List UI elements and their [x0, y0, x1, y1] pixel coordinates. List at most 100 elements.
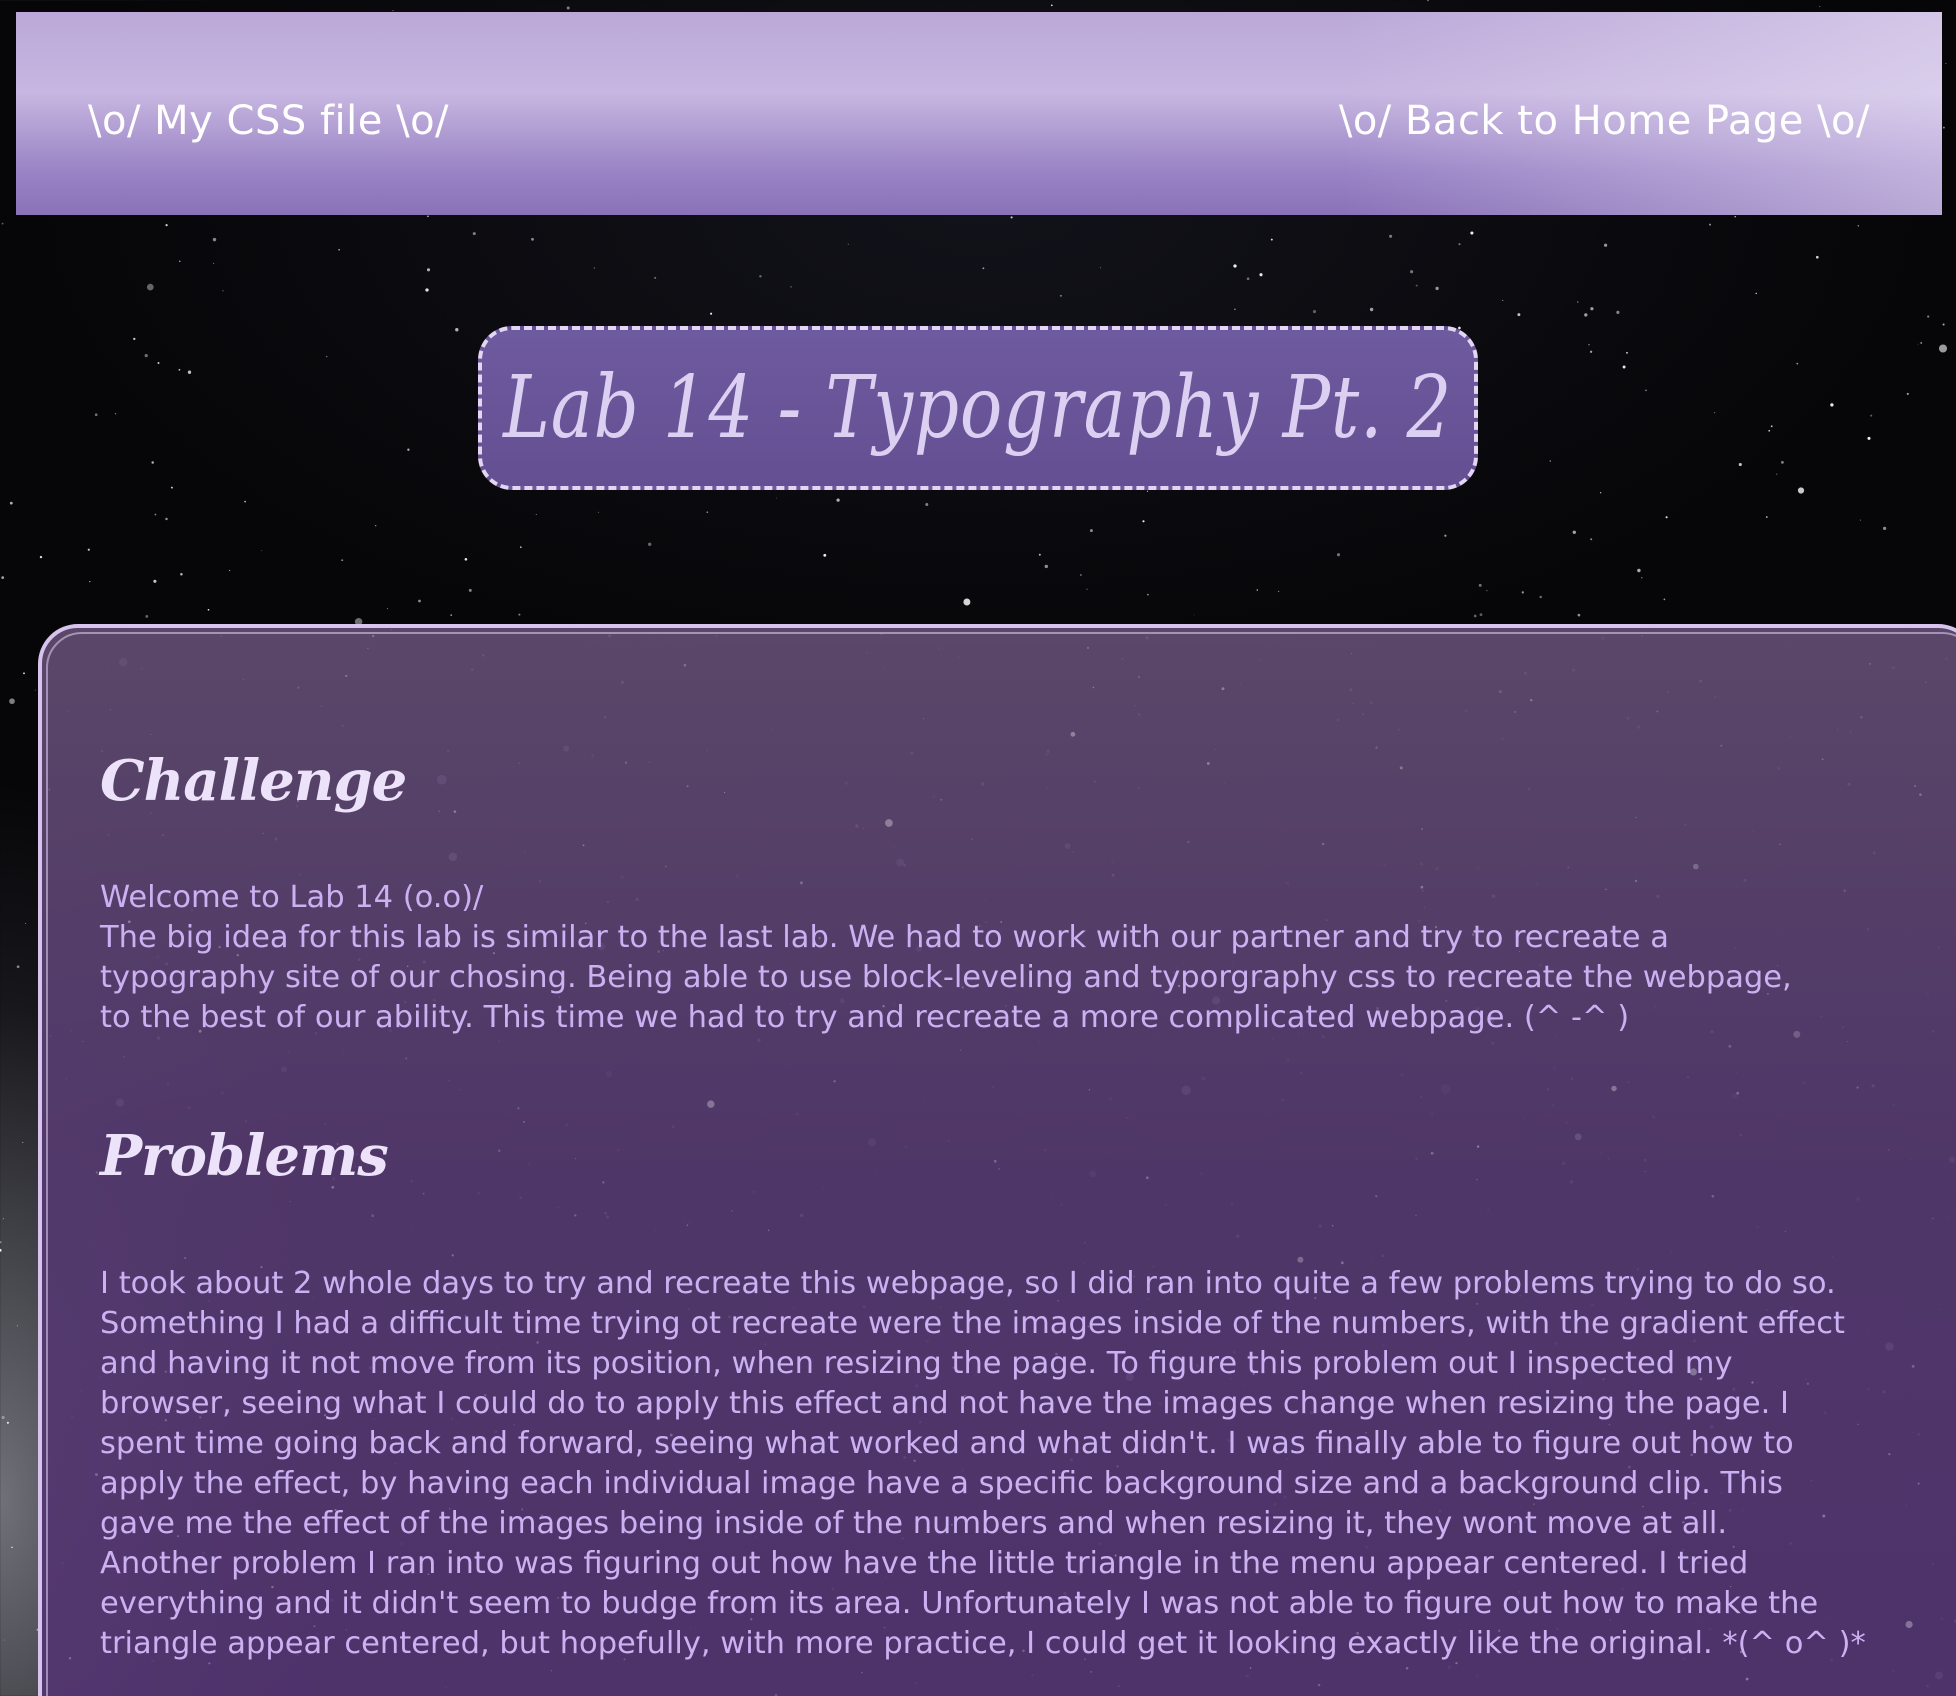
star [1088, 1088, 1091, 1091]
star [1775, 473, 1778, 475]
star [1, 1415, 5, 1420]
star [519, 546, 522, 549]
star [1426, 0, 1430, 2]
star [16, 965, 20, 969]
star [1, 576, 5, 579]
star [1549, 460, 1551, 462]
star [535, 514, 537, 516]
star [1584, 313, 1588, 317]
star [464, 558, 468, 561]
back-to-home-link[interactable]: \o/ Back to Home Page \o/ [1339, 98, 1870, 144]
star [1070, 731, 1076, 737]
star [81, 1040, 84, 1043]
star [1711, 1194, 1715, 1198]
page-title: Lab 14 - Typography Pt. 2 [503, 358, 1453, 458]
star [1146, 490, 1149, 492]
star [87, 548, 90, 551]
star [1644, 1171, 1646, 1173]
star [998, 1168, 1000, 1170]
star [212, 237, 217, 242]
star [1478, 583, 1482, 587]
star [1859, 519, 1861, 521]
star [1399, 766, 1403, 770]
star [1099, 267, 1101, 269]
star [1735, 1071, 1737, 1073]
star [940, 798, 943, 801]
star [229, 569, 231, 571]
star [1611, 1085, 1617, 1092]
star [1221, 687, 1225, 691]
star [759, 275, 762, 278]
star [326, 355, 328, 358]
problems-paragraph: I took about 2 whole days to try and rec… [100, 1264, 1956, 1664]
problems-line: browser, seeing what I could do to apply… [100, 1386, 1790, 1421]
star [1476, 1145, 1480, 1148]
star [1738, 462, 1742, 467]
star [1410, 270, 1414, 274]
star [179, 260, 181, 262]
star [1479, 613, 1483, 617]
star [1920, 342, 1922, 344]
star [1781, 461, 1784, 464]
star [418, 599, 421, 603]
star [710, 312, 713, 315]
star [109, 708, 111, 710]
star [407, 448, 410, 451]
star [1784, 1230, 1786, 1233]
star [1945, 62, 1947, 65]
star [1086, 646, 1090, 649]
star [863, 827, 865, 829]
top-navigation-bar: \o/ My CSS file \o/ \o/ Back to Home Pag… [16, 12, 1942, 215]
star [1906, 392, 1909, 395]
star [392, 10, 394, 12]
star [165, 223, 168, 227]
star [1942, 126, 1945, 129]
star [1692, 863, 1699, 870]
problems-heading: Problems [100, 1123, 389, 1189]
star [1010, 216, 1013, 219]
star [1233, 264, 1237, 268]
star [375, 525, 377, 527]
star [1249, 1667, 1252, 1669]
star [187, 370, 192, 374]
star [1745, 1677, 1749, 1681]
star [1604, 243, 1608, 247]
problems-line: Something I had a difficult time trying … [100, 1306, 1845, 1341]
star [925, 503, 929, 506]
star [597, 511, 600, 513]
star [178, 368, 181, 371]
star [823, 553, 827, 557]
star [517, 1107, 520, 1110]
star [1846, 1041, 1849, 1043]
star [1473, 614, 1477, 618]
star [1641, 577, 1643, 579]
problems-line: everything and it didn't seem to budge f… [100, 1586, 1819, 1621]
star [157, 362, 160, 364]
star [574, 1214, 577, 1217]
star [1502, 299, 1504, 301]
star [1779, 843, 1781, 845]
star [1435, 286, 1439, 291]
star [6, 1421, 9, 1424]
my-css-file-link[interactable]: \o/ My CSS file \o/ [88, 98, 449, 144]
star [1142, 520, 1145, 523]
star [184, 1256, 187, 1260]
star [1234, 308, 1236, 311]
problems-line: apply the effect, by having each individ… [100, 1466, 1783, 1501]
star [1589, 350, 1593, 353]
star [1038, 553, 1041, 556]
star [1938, 344, 1948, 353]
star [1317, 1683, 1321, 1687]
star [1645, 389, 1647, 392]
star [180, 573, 183, 576]
star [1517, 313, 1521, 317]
star [715, 635, 717, 637]
star [1498, 690, 1502, 694]
star [1574, 1133, 1582, 1141]
star [1256, 589, 1259, 591]
star [836, 498, 840, 502]
star [1770, 425, 1773, 428]
problems-line: gave me the effect of the images being i… [100, 1506, 1728, 1541]
star [220, 635, 223, 638]
star [1278, 590, 1280, 592]
